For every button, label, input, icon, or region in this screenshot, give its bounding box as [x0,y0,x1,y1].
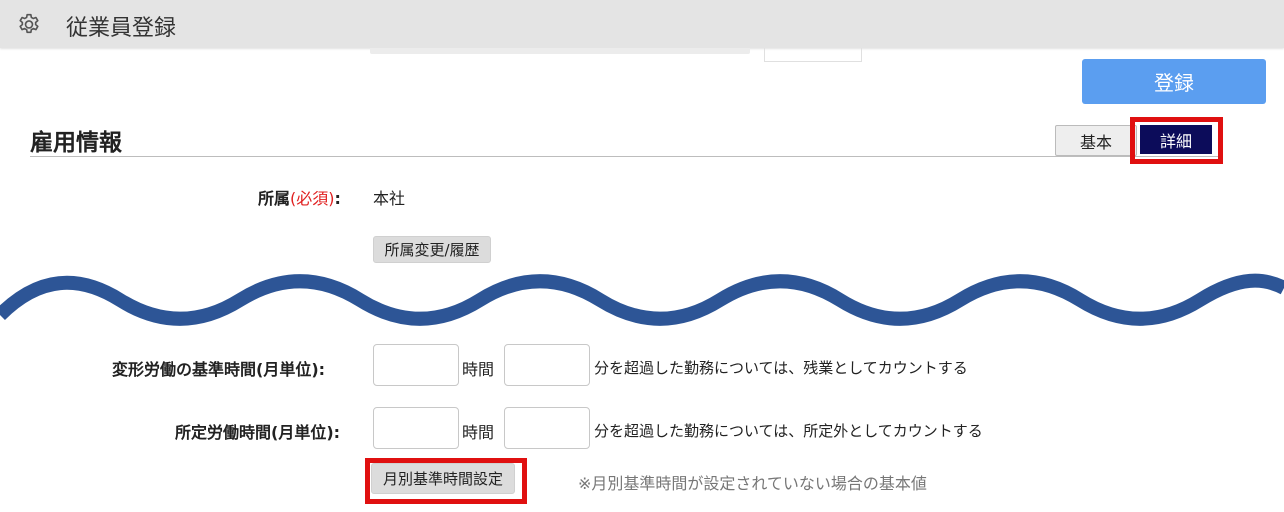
scheduled-labor-minutes-input[interactable] [504,407,590,449]
scheduled-labor-description: 分を超過した勤務については、所定外としてカウントする [594,422,983,440]
scheduled-labor-label: 所定労働時間(月単位): [175,423,341,442]
wave-line [0,273,1284,326]
tab-detail[interactable]: 詳細 [1140,125,1212,154]
monthly-standard-time-button[interactable]: 月別基準時間設定 [371,463,515,494]
affiliation-change-button[interactable]: 所属変更/履歴 [373,236,491,263]
required-marker: (必須) [290,189,335,208]
variable-labor-hours-unit: 時間 [462,360,495,379]
page-title: 従業員登録 [66,16,177,41]
register-button[interactable]: 登録 [1082,59,1266,104]
scrolled-content-remnant [370,48,870,62]
variable-labor-hours-input[interactable] [373,344,459,386]
section-divider [30,156,1220,157]
label-colon: : [334,189,341,208]
affiliation-value: 本社 [373,189,406,208]
scheduled-labor-hours-unit: 時間 [462,423,495,442]
wave-divider [0,273,1284,326]
tab-basic[interactable]: 基本 [1055,125,1137,156]
faded-field [764,48,862,62]
monthly-note: ※月別基準時間が設定されていない場合の基本値 [578,474,927,493]
variable-labor-description: 分を超過した勤務については、残業としてカウントする [594,359,968,377]
section-title: 雇用情報 [30,130,122,156]
affiliation-label-text: 所属 [258,189,291,208]
affiliation-label: 所属(必須): [258,185,341,209]
variable-labor-minutes-input[interactable] [504,344,590,386]
title-bar: 従業員登録 [0,0,1284,48]
scheduled-labor-hours-input[interactable] [373,407,459,449]
gear-icon[interactable] [16,12,42,38]
variable-labor-label: 変形労働の基準時間(月単位): [112,360,326,379]
faded-text [370,48,750,54]
